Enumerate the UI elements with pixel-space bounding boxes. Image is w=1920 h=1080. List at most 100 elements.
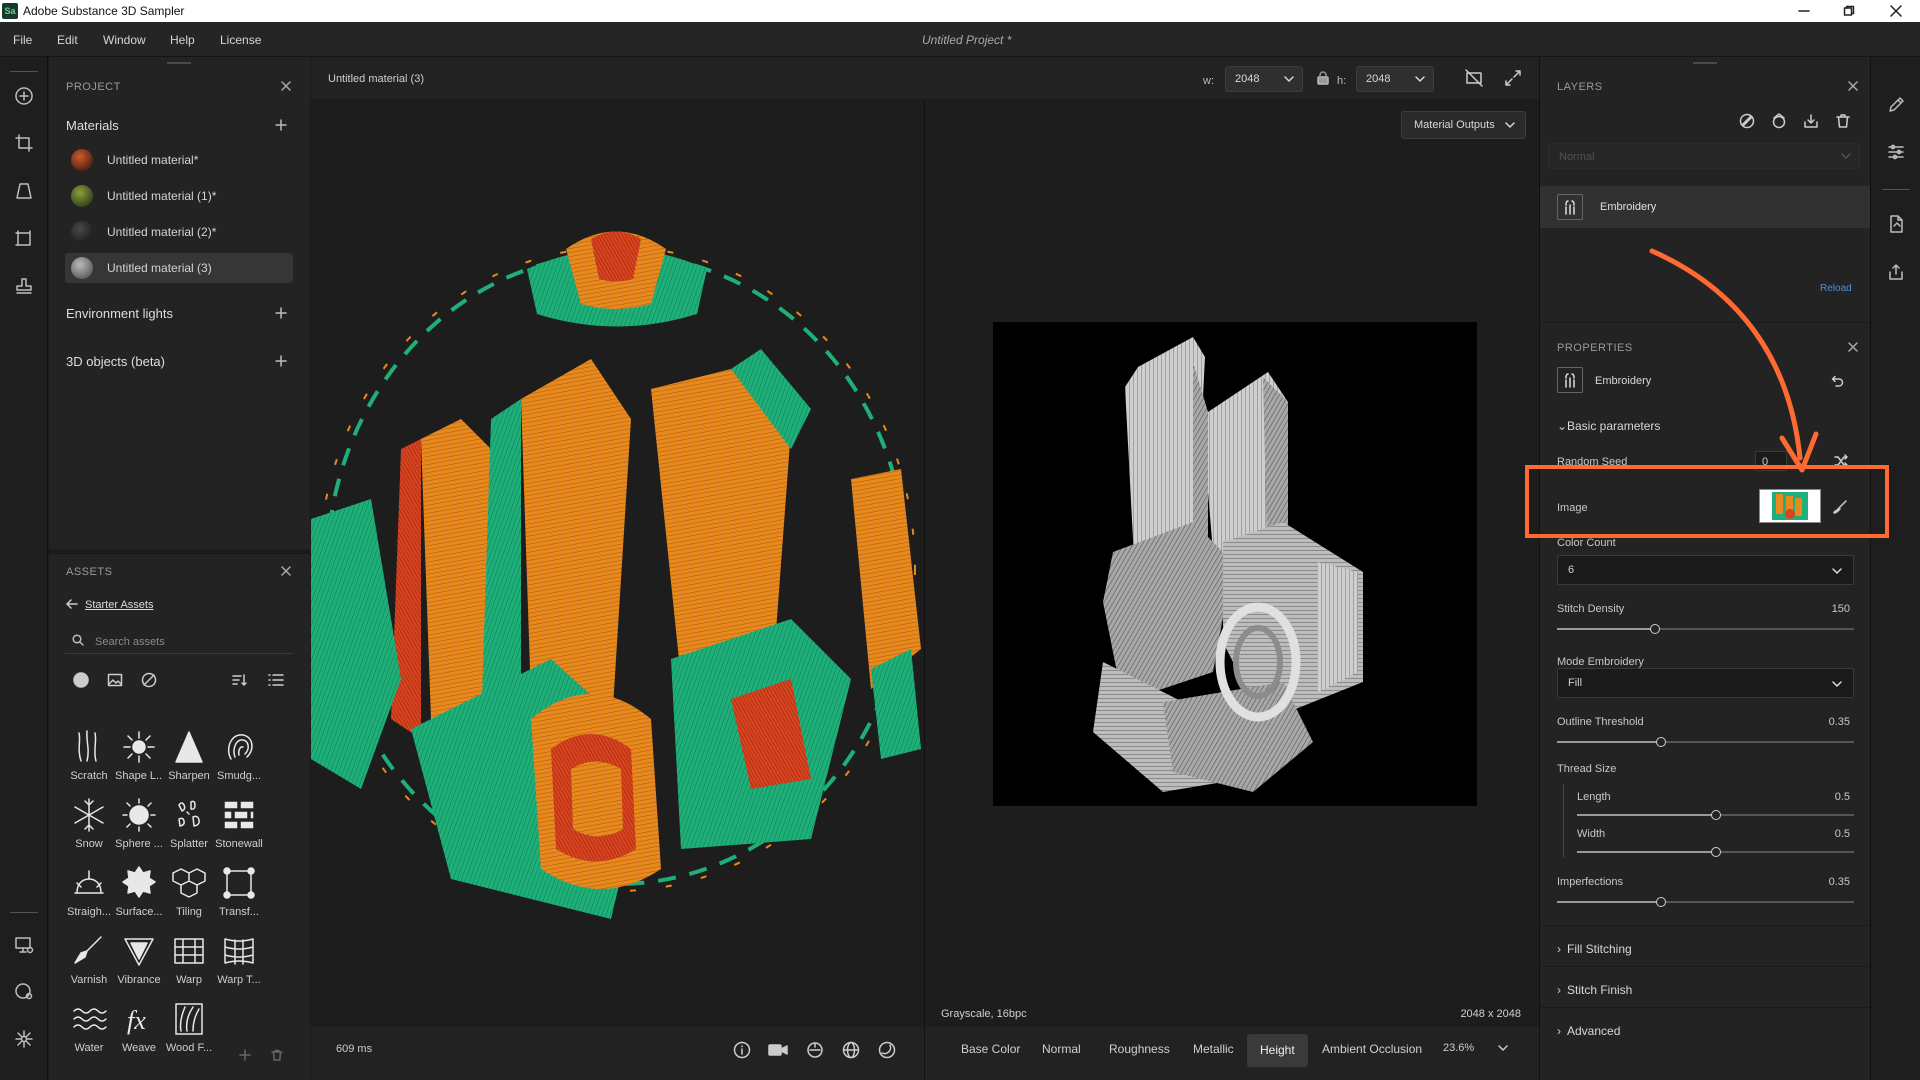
asset-tile[interactable]: Warp T... (215, 931, 263, 997)
asset-tile[interactable]: Vibrance (115, 931, 163, 997)
filter-filters-icon[interactable] (140, 671, 158, 689)
filter-materials-icon[interactable] (72, 671, 90, 689)
asset-tile[interactable]: Varnish (65, 931, 113, 997)
add-3d-object-icon[interactable] (274, 354, 288, 368)
outline-threshold-slider[interactable] (1557, 737, 1854, 747)
back-arrow-icon[interactable] (65, 597, 79, 611)
asset-tile[interactable]: Warp (165, 931, 213, 997)
minimize-icon[interactable] (1784, 0, 1824, 22)
height-select[interactable]: 2048 (1356, 66, 1434, 92)
expand-icon[interactable] (1503, 68, 1523, 88)
image-thumbnail[interactable] (1759, 489, 1821, 523)
network-icon[interactable] (12, 1027, 36, 1051)
reload-link[interactable]: Reload (1820, 283, 1852, 294)
delete-layer-icon[interactable] (1833, 111, 1853, 131)
sort-icon[interactable] (230, 671, 248, 689)
3d-viewport[interactable] (311, 99, 924, 1027)
asset-tile[interactable]: Wood F... (165, 999, 213, 1065)
compare-view-icon[interactable] (1464, 68, 1484, 88)
display-settings-icon[interactable] (12, 933, 36, 957)
pencil-icon[interactable] (1884, 93, 1908, 117)
list-view-icon[interactable] (267, 671, 285, 689)
close-window-icon[interactable] (1876, 0, 1916, 22)
slider-handle[interactable] (1655, 737, 1666, 747)
filter-images-icon[interactable] (106, 671, 124, 689)
document-export-icon[interactable] (1884, 212, 1908, 236)
material-item-selected[interactable]: Untitled material (3) (65, 253, 293, 283)
add-material-icon[interactable] (274, 118, 288, 132)
paint-brush-icon[interactable] (1830, 497, 1850, 517)
stitch-density-slider[interactable] (1557, 624, 1854, 634)
asset-tile[interactable]: Sharpen (165, 727, 213, 793)
random-seed-field[interactable]: 0 (1755, 451, 1787, 471)
clone-stamp-icon[interactable] (12, 275, 36, 299)
basic-parameters-section[interactable]: ⌄Basic parameters (1557, 419, 1660, 433)
channel-roughness[interactable]: Roughness (1109, 1042, 1170, 1056)
info-icon[interactable] (731, 1039, 753, 1061)
asset-tile[interactable]: Tiling (165, 863, 213, 929)
asset-tile[interactable]: Scratch (65, 727, 113, 793)
transform-icon[interactable] (12, 227, 36, 251)
material-item[interactable]: Untitled material* (65, 145, 293, 175)
material-item[interactable]: Untitled material (1)* (65, 181, 293, 211)
slider-handle[interactable] (1655, 897, 1666, 907)
environment-icon[interactable] (12, 979, 36, 1003)
menu-help[interactable]: Help (170, 33, 195, 47)
restore-icon[interactable] (1829, 0, 1869, 22)
slider-handle[interactable] (1710, 810, 1721, 820)
close-icon[interactable] (1846, 340, 1860, 354)
length-slider[interactable] (1577, 810, 1854, 820)
zoom-level[interactable]: 23.6% (1443, 1042, 1474, 1054)
menu-window[interactable]: Window (103, 33, 146, 47)
asset-tile[interactable]: Surface... (115, 863, 163, 929)
camera-icon[interactable] (767, 1039, 789, 1061)
reset-icon[interactable] (1828, 372, 1846, 390)
layer-item-embroidery[interactable]: Embroidery (1540, 186, 1871, 228)
menu-edit[interactable]: Edit (57, 33, 78, 47)
close-icon[interactable] (1846, 79, 1860, 93)
asset-tile[interactable]: Straigh... (65, 863, 113, 929)
share-icon[interactable] (1884, 260, 1908, 284)
menu-file[interactable]: File (13, 33, 32, 47)
channel-ambient-occlusion[interactable]: Ambient Occlusion (1322, 1042, 1422, 1056)
breadcrumb[interactable]: Starter Assets (85, 599, 153, 611)
asset-tile[interactable]: Water (65, 999, 113, 1065)
panel-grip[interactable] (167, 62, 191, 64)
asset-tile[interactable]: Snow (65, 795, 113, 861)
width-param-slider[interactable] (1577, 847, 1854, 857)
shuffle-icon[interactable] (1832, 452, 1850, 470)
channel-metallic[interactable]: Metallic (1193, 1042, 1234, 1056)
asset-tile[interactable]: Stonewall (215, 795, 263, 861)
fill-stitching-section[interactable]: › Fill Stitching (1557, 942, 1632, 956)
perspective-icon[interactable] (12, 179, 36, 203)
asset-tile[interactable]: Transf... (215, 863, 263, 929)
channel-base-color[interactable]: Base Color (961, 1042, 1020, 1056)
rotate-environment-icon[interactable] (804, 1039, 826, 1061)
chevron-down-icon[interactable] (1495, 1040, 1511, 1056)
asset-tile[interactable]: Shape L... (115, 727, 163, 793)
blend-mode-select[interactable]: Normal (1548, 143, 1860, 169)
material-outputs-button[interactable]: Material Outputs (1401, 111, 1526, 139)
2d-viewport[interactable]: Material Outputs Grayscale, 16bpc 2048 x… (925, 99, 1539, 1027)
channel-height-active[interactable]: Height (1247, 1034, 1308, 1067)
add-environment-icon[interactable] (274, 306, 288, 320)
advanced-section[interactable]: › Advanced (1557, 1024, 1620, 1038)
slider-handle[interactable] (1650, 624, 1660, 634)
lock-icon[interactable] (1315, 70, 1331, 86)
asset-tile[interactable]: Splatter (165, 795, 213, 861)
mode-embroidery-select[interactable]: Fill (1557, 668, 1854, 698)
channel-normal[interactable]: Normal (1042, 1042, 1081, 1056)
trash-icon[interactable] (270, 1048, 284, 1062)
slider-handle[interactable] (1710, 847, 1721, 857)
stitch-finish-section[interactable]: › Stitch Finish (1557, 983, 1632, 997)
width-select[interactable]: 2048 (1225, 66, 1303, 92)
add-fill-layer-icon[interactable] (1737, 111, 1757, 131)
add-filter-icon[interactable] (1769, 111, 1789, 131)
imperfections-slider[interactable] (1557, 897, 1854, 907)
asset-tile[interactable]: fx Weave (115, 999, 163, 1065)
add-icon[interactable] (12, 84, 36, 108)
color-count-select[interactable]: 6 (1557, 555, 1854, 585)
material-item[interactable]: Untitled material (2)* (65, 217, 293, 247)
close-icon[interactable] (279, 564, 293, 578)
export-layer-icon[interactable] (1801, 111, 1821, 131)
